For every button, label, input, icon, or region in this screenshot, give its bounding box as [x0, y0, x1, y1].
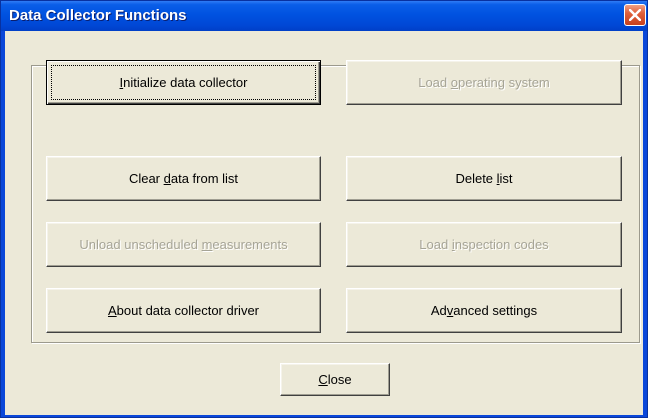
- load-operating-system-button[interactable]: Load operating system: [346, 60, 622, 105]
- dialog-window: Data Collector Functions Initialize data…: [0, 0, 648, 418]
- title-close-button[interactable]: [624, 4, 646, 26]
- about-data-collector-driver-button[interactable]: About data collector driver: [46, 288, 321, 333]
- advanced-settings-button[interactable]: Advanced settings: [346, 288, 622, 333]
- title-bar[interactable]: Data Collector Functions: [1, 1, 647, 31]
- load-operating-system-label: Load operating system: [418, 75, 550, 90]
- window-title: Data Collector Functions: [9, 7, 187, 24]
- delete-list-button[interactable]: Delete list: [346, 156, 622, 201]
- unload-unscheduled-measurements-button[interactable]: Unload unscheduled measurements: [46, 222, 321, 267]
- initialize-data-collector-label: Initialize data collector: [119, 75, 248, 90]
- unload-unscheduled-measurements-label: Unload unscheduled measurements: [79, 237, 288, 252]
- clear-data-from-list-button[interactable]: Clear data from list: [46, 156, 321, 201]
- load-inspection-codes-label: Load inspection codes: [419, 237, 549, 252]
- close-x-icon: [629, 9, 641, 21]
- delete-list-label: Delete list: [455, 171, 513, 186]
- load-inspection-codes-button[interactable]: Load inspection codes: [346, 222, 622, 267]
- close-button[interactable]: Close: [280, 363, 390, 396]
- about-data-collector-driver-label: About data collector driver: [107, 303, 260, 318]
- advanced-settings-label: Advanced settings: [430, 303, 538, 318]
- initialize-data-collector-button[interactable]: Initialize data collector: [46, 60, 321, 105]
- close-label: Close: [318, 372, 352, 387]
- clear-data-from-list-label: Clear data from list: [128, 171, 239, 186]
